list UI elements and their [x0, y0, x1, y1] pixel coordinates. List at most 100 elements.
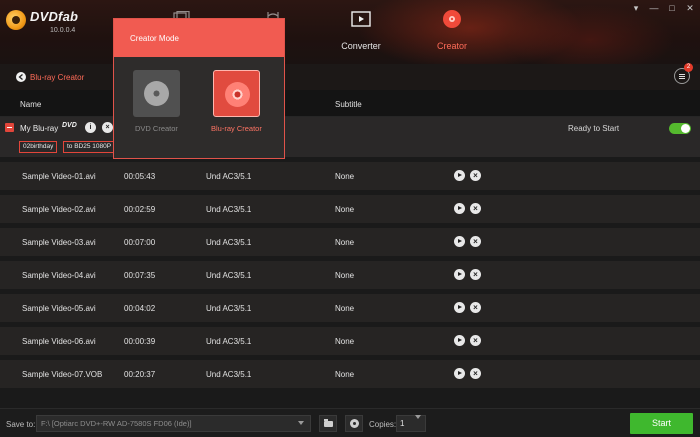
remove-title-icon[interactable]: × [102, 122, 113, 133]
video-name: Sample Video-06.avi [22, 337, 96, 346]
app-header: DVDfab 10.0.0.4 Converter Creator ▾ — □ … [0, 0, 700, 64]
video-subtitle[interactable]: None [335, 172, 354, 181]
video-row[interactable]: Sample Video-04.avi 00:07:35 Und AC3/5.1 No… [0, 261, 700, 289]
tag-title-name[interactable]: 02birthday [19, 141, 58, 153]
folder-icon [324, 419, 333, 427]
nav-converter-label: Converter [341, 41, 381, 51]
video-row[interactable]: Sample Video-06.avi 00:00:39 Und AC3/5.1 No… [0, 327, 700, 355]
nav-creator[interactable]: Creator [422, 0, 482, 60]
play-icon[interactable] [454, 203, 465, 214]
column-subtitle: Subtitle [335, 100, 362, 109]
play-icon[interactable] [454, 236, 465, 247]
bluray-creator-option[interactable] [213, 70, 260, 117]
sub-header: Blu-ray Creator 2 [0, 63, 700, 90]
breadcrumb[interactable]: Blu-ray Creator [16, 72, 84, 82]
app-name: DVDfab [30, 9, 79, 24]
video-name: Sample Video-05.avi [22, 304, 96, 313]
maximize-icon[interactable]: □ [666, 2, 678, 14]
remove-video-icon[interactable]: × [470, 203, 481, 214]
bluray-disc-icon [225, 82, 250, 107]
video-row[interactable]: Sample Video-03.avi 00:07:00 Und AC3/5.1 No… [0, 228, 700, 256]
close-icon[interactable]: ✕ [684, 2, 696, 14]
video-name: Sample Video-04.avi [22, 271, 96, 280]
play-icon[interactable] [454, 269, 465, 280]
save-to-label: Save to: [6, 420, 36, 429]
video-audio[interactable]: Und AC3/5.1 [206, 172, 251, 181]
disc-icon [350, 419, 359, 428]
remove-video-icon[interactable]: × [470, 302, 481, 313]
video-row[interactable]: Sample Video-02.avi 00:02:59 Und AC3/5.1 No… [0, 195, 700, 223]
remove-video-icon[interactable]: × [470, 269, 481, 280]
save-path-select[interactable]: F:\ [Optiarc DVD+-RW AD-7580S FD06 (Ide)… [36, 415, 311, 432]
title-row: My Blu-ray DVD i × 02birthday to BD25 10… [0, 117, 700, 157]
video-audio[interactable]: Und AC3/5.1 [206, 370, 251, 379]
status-text: Ready to Start [568, 124, 620, 133]
video-duration: 00:04:02 [124, 304, 156, 313]
video-audio[interactable]: Und AC3/5.1 [206, 304, 251, 313]
video-list: Sample Video-01.avi 00:05:43 Und AC3/5.1 No… [0, 162, 700, 393]
video-row[interactable]: Sample Video-01.avi 00:05:43 Und AC3/5.1 No… [0, 162, 700, 190]
video-subtitle[interactable]: None [335, 205, 354, 214]
window-controls: ▾ — □ ✕ [630, 2, 696, 16]
converter-icon [351, 11, 371, 27]
iso-output-button[interactable] [345, 415, 363, 432]
title-toggle[interactable] [669, 123, 691, 134]
dvd-disc-icon [144, 81, 169, 106]
video-duration: 00:05:43 [124, 172, 156, 181]
breadcrumb-label: Blu-ray Creator [30, 72, 85, 82]
video-subtitle[interactable]: None [335, 271, 354, 280]
queue-badge: 2 [684, 63, 693, 72]
video-duration: 00:07:00 [124, 238, 156, 247]
bluray-creator-label: Blu-ray Creator [211, 124, 262, 133]
nav-creator-label: Creator [436, 41, 467, 51]
copies-select[interactable]: 1 [396, 415, 426, 432]
video-subtitle[interactable]: None [335, 370, 354, 379]
dvd-creator-option[interactable] [133, 70, 180, 117]
list-icon [679, 74, 685, 79]
start-button[interactable]: Start [630, 413, 693, 434]
video-audio[interactable]: Und AC3/5.1 [206, 205, 251, 214]
play-icon[interactable] [454, 170, 465, 181]
menu-icon[interactable]: ▾ [630, 2, 642, 14]
remove-video-icon[interactable]: × [470, 236, 481, 247]
app-version: 10.0.0.4 [50, 27, 76, 34]
dvdfab-logo-icon [6, 10, 26, 30]
video-subtitle[interactable]: None [335, 304, 354, 313]
video-duration: 00:00:39 [124, 337, 156, 346]
video-name: Sample Video-02.avi [22, 205, 96, 214]
info-icon[interactable]: i [85, 122, 96, 133]
remove-video-icon[interactable]: × [470, 170, 481, 181]
video-audio[interactable]: Und AC3/5.1 [206, 271, 251, 280]
remove-video-icon[interactable]: × [470, 368, 481, 379]
creator-icon [443, 10, 461, 28]
video-audio[interactable]: Und AC3/5.1 [206, 238, 251, 247]
video-row[interactable]: Sample Video-05.avi 00:04:02 Und AC3/5.1 No… [0, 294, 700, 322]
chevron-down-icon [298, 421, 304, 425]
back-arrow-icon [16, 72, 26, 82]
popup-title-bar: Creator Mode [114, 19, 284, 57]
video-name: Sample Video-01.avi [22, 172, 96, 181]
collapse-button[interactable] [5, 123, 14, 132]
title-name: My Blu-ray [20, 124, 59, 133]
play-icon[interactable] [454, 302, 465, 313]
footer-bar: Save to: F:\ [Optiarc DVD+-RW AD-7580S F… [0, 408, 700, 437]
video-subtitle[interactable]: None [335, 337, 354, 346]
chevron-down-icon [415, 415, 421, 419]
video-name: Sample Video-03.avi [22, 238, 96, 247]
play-icon[interactable] [454, 335, 465, 346]
remove-video-icon[interactable]: × [470, 335, 481, 346]
video-duration: 00:02:59 [124, 205, 156, 214]
video-row[interactable]: Sample Video-07.VOB 00:20:37 Und AC3/5.1 No… [0, 360, 700, 388]
video-duration: 00:20:37 [124, 370, 156, 379]
video-subtitle[interactable]: None [335, 238, 354, 247]
nav-converter[interactable]: Converter [331, 0, 391, 60]
task-queue-button[interactable]: 2 [674, 63, 693, 84]
play-icon[interactable] [454, 368, 465, 379]
browse-folder-button[interactable] [319, 415, 337, 432]
column-name: Name [20, 100, 42, 109]
tag-output-profile[interactable]: to BD25 1080P [63, 141, 116, 153]
video-audio[interactable]: Und AC3/5.1 [206, 337, 251, 346]
dvd-badge: DVD [62, 122, 77, 129]
video-duration: 00:07:35 [124, 271, 156, 280]
minimize-icon[interactable]: — [648, 2, 660, 14]
